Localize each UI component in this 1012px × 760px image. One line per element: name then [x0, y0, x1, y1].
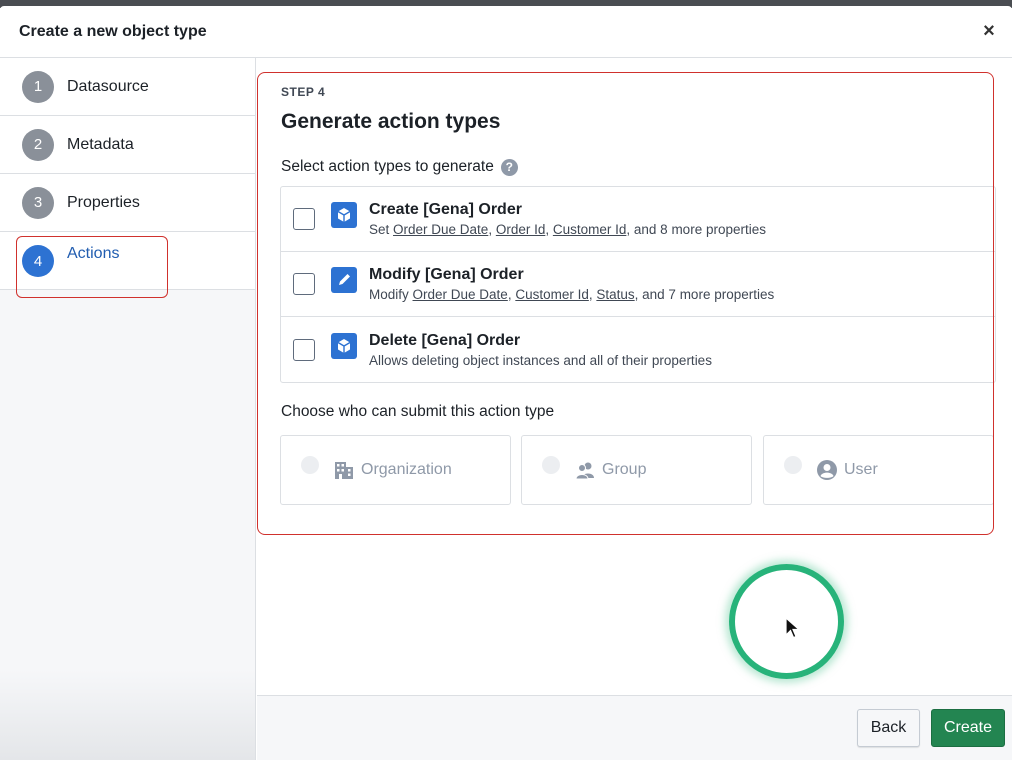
step-number-badge: 1 — [22, 70, 54, 103]
dialog-footer: Back Create — [257, 695, 1012, 760]
user-icon — [816, 459, 838, 481]
building-icon — [333, 459, 355, 481]
action-description: Modify Order Due Date, Customer Id, Stat… — [369, 287, 775, 302]
mouse-cursor-icon — [785, 617, 801, 639]
step-label: Actions — [67, 245, 120, 262]
submitter-organization[interactable]: Organization — [280, 435, 511, 505]
property-link[interactable]: Order Id — [496, 222, 546, 237]
property-link[interactable]: Order Due Date — [413, 287, 508, 302]
section-title: Generate action types — [281, 110, 501, 133]
step-content: STEP 4 Generate action types Select acti… — [257, 58, 1012, 698]
submitter-user[interactable]: User — [763, 435, 994, 505]
action-type-delete[interactable]: Delete [Gena] Order Allows deleting obje… — [281, 317, 995, 382]
select-label-text: Select action types to generate — [281, 158, 494, 175]
desc-prefix: Set — [369, 222, 394, 237]
select-action-types-label: Select action types to generate ? — [281, 158, 518, 176]
action-description: Set Order Due Date, Order Id, Customer I… — [369, 222, 766, 237]
action-type-list: Create [Gena] Order Set Order Due Date, … — [280, 186, 996, 383]
submitter-label: Group — [602, 461, 647, 478]
submitter-radio[interactable] — [542, 456, 560, 474]
step-number-badge: 2 — [22, 128, 54, 161]
action-checkbox[interactable] — [293, 338, 315, 361]
action-checkbox[interactable] — [293, 273, 315, 295]
action-type-create[interactable]: Create [Gena] Order Set Order Due Date, … — [281, 187, 995, 252]
action-description: Allows deleting object instances and all… — [369, 352, 712, 368]
create-object-type-dialog: Create a new object type × 1 Datasource … — [0, 6, 1012, 760]
step-label: Datasource — [67, 77, 149, 95]
step-actions[interactable]: 4 Actions — [0, 232, 255, 290]
back-button[interactable]: Back — [857, 709, 920, 747]
help-icon[interactable]: ? — [500, 158, 518, 176]
step-metadata[interactable]: 2 Metadata — [0, 116, 255, 174]
property-link[interactable]: Customer Id — [515, 287, 589, 302]
submitter-radio[interactable] — [784, 456, 802, 474]
action-title: Delete [Gena] Order — [369, 331, 521, 349]
action-checkbox[interactable] — [293, 208, 315, 230]
step-datasource[interactable]: 1 Datasource — [0, 58, 255, 116]
create-button[interactable]: Create — [931, 709, 1005, 747]
step-properties[interactable]: 3 Properties — [0, 174, 255, 232]
dialog-title: Create a new object type — [19, 22, 207, 40]
sidebar-footer-shade — [0, 670, 255, 760]
cube-icon — [331, 332, 357, 359]
step-label: Properties — [67, 193, 140, 211]
steps-sidebar: 1 Datasource 2 Metadata 3 Properties 4 A… — [0, 58, 256, 760]
close-icon[interactable]: × — [978, 20, 1000, 42]
desc-suffix: , and 7 more properties — [634, 287, 775, 302]
step-label: Metadata — [67, 135, 134, 153]
desc-prefix: Modify — [369, 287, 413, 302]
desc-suffix: , and 8 more properties — [626, 222, 766, 237]
action-title: Create [Gena] Order — [369, 201, 522, 218]
property-link[interactable]: Order Due Date — [393, 222, 488, 237]
submitter-radio[interactable] — [301, 456, 319, 474]
submit-permission-label: Choose who can submit this action type — [281, 403, 555, 420]
submitter-group[interactable]: Group — [521, 435, 752, 505]
action-type-modify[interactable]: Modify [Gena] Order Modify Order Due Dat… — [281, 252, 995, 317]
action-title: Modify [Gena] Order — [369, 266, 524, 283]
property-link[interactable]: Status — [596, 287, 634, 302]
step-number-badge: 4 — [22, 245, 54, 277]
dialog-header: Create a new object type × — [0, 6, 1012, 58]
step-number-badge: 3 — [22, 186, 54, 219]
submitter-label: Organization — [361, 461, 452, 478]
step-kicker: STEP 4 — [281, 85, 326, 99]
cube-icon — [331, 202, 357, 228]
pencil-icon — [331, 267, 357, 293]
people-icon — [574, 459, 596, 481]
submitter-label: User — [844, 461, 878, 478]
property-link[interactable]: Customer Id — [553, 222, 627, 237]
